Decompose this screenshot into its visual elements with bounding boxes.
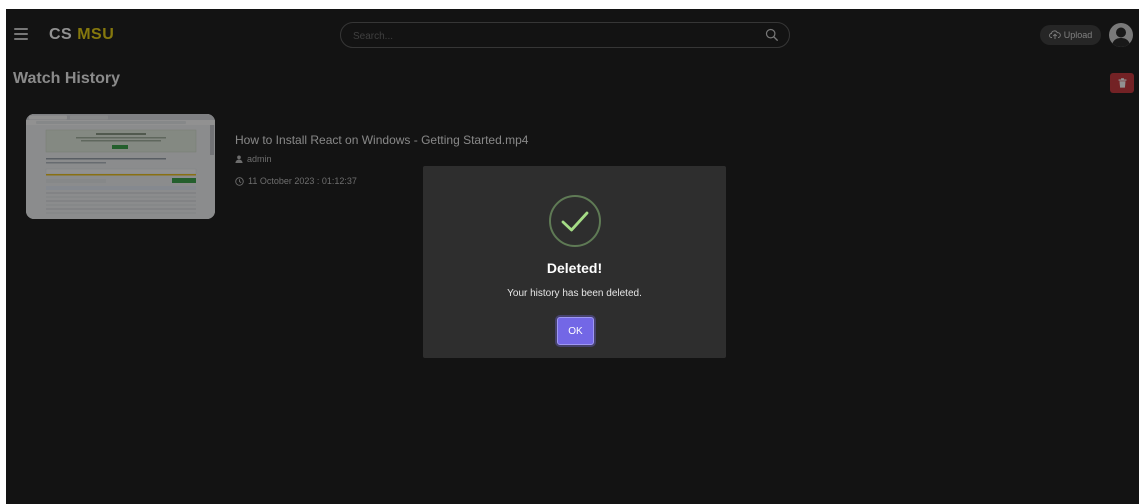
alert-dialog: Deleted! Your history has been deleted. … [423, 166, 726, 358]
dialog-title: Deleted! [546, 260, 603, 276]
dialog-message: Your history has been deleted. [507, 288, 642, 299]
app-window: CS MSU Upload Watch History [6, 9, 1139, 504]
checkmark-circle-icon [549, 195, 601, 247]
ok-button[interactable]: OK [557, 317, 594, 345]
